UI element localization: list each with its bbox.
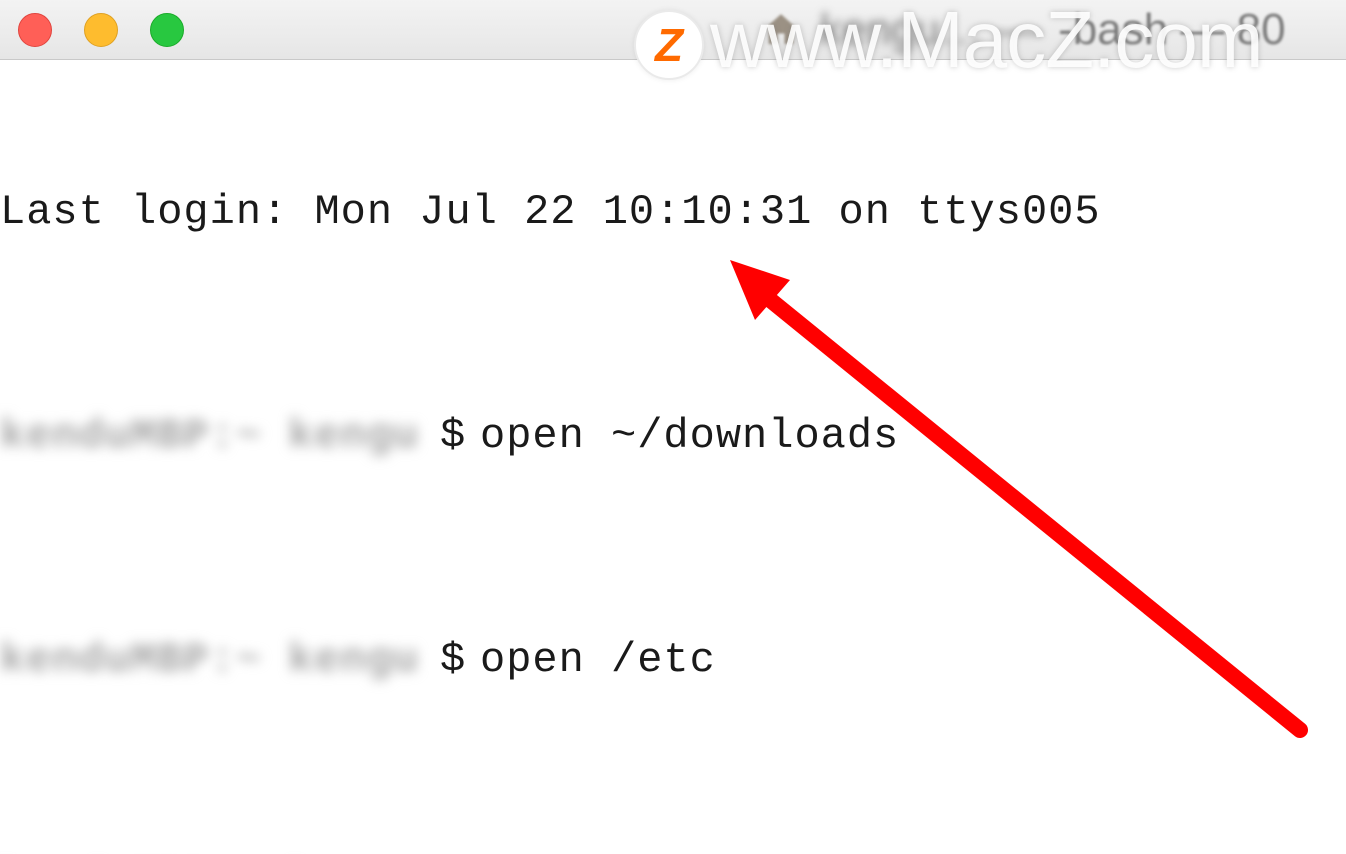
command-text: open /etc	[480, 632, 716, 688]
command-line: kenduMBP:~ kengu $ open ~/downloads	[0, 408, 1346, 464]
prompt-dollar: $	[440, 408, 480, 464]
last-login-line: Last login: Mon Jul 22 10:10:31 on ttys0…	[0, 184, 1346, 240]
prompt-dollar: $	[440, 632, 480, 688]
watermark-logo-letter: Z	[655, 18, 683, 72]
prompt-host: kenduMBP:~ kengu	[0, 632, 440, 688]
traffic-lights	[0, 13, 184, 47]
close-button[interactable]	[18, 13, 52, 47]
terminal-output[interactable]: Last login: Mon Jul 22 10:10:31 on ttys0…	[0, 60, 1346, 854]
prompt-host: kenduMBP:~ kengu	[0, 408, 440, 464]
zoom-button[interactable]	[150, 13, 184, 47]
watermark-logo: Z	[634, 10, 704, 80]
minimize-button[interactable]	[84, 13, 118, 47]
command-text: open ~/downloads	[480, 408, 899, 464]
watermark-text: www.MacZ.com	[710, 0, 1263, 86]
command-line: kenduMBP:~ kengu $ open /etc	[0, 632, 1346, 688]
last-login-text: Last login: Mon Jul 22 10:10:31 on ttys0…	[0, 184, 1101, 240]
terminal-window: kengu… — -bash — 80 Last login: Mon Jul …	[0, 0, 1346, 854]
